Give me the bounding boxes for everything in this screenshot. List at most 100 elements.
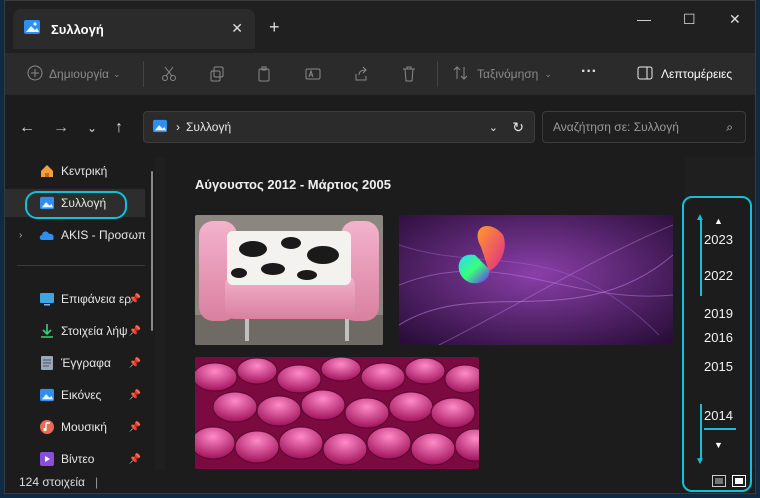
list-view-icon[interactable]	[712, 474, 726, 492]
delete-icon[interactable]	[401, 66, 417, 87]
timeline-up-arrow	[700, 218, 702, 296]
arrow-up-icon: ▲	[695, 212, 705, 223]
recent-chevron-icon[interactable]: ⌄	[87, 121, 97, 135]
timeline-year[interactable]: 2019	[704, 306, 733, 321]
sidebar-item-home[interactable]: Κεντρική	[5, 157, 145, 185]
timeline-year[interactable]: 2015	[704, 359, 733, 374]
close-tab-icon[interactable]: ✕	[231, 20, 243, 37]
sort-button[interactable]: Ταξινόμηση ⌄	[453, 65, 552, 84]
pin-icon[interactable]: 📌	[129, 454, 141, 465]
expand-chevron-icon[interactable]: ›	[19, 230, 22, 241]
sidebar-item-desktop[interactable]: Επιφάνεια ερ 📌	[5, 285, 145, 313]
search-icon[interactable]: ⌕	[726, 120, 733, 135]
sidebar-item-label: Εικόνες	[61, 388, 102, 402]
scroll-up-icon[interactable]: ▲	[714, 216, 723, 226]
sidebar-item-downloads[interactable]: Στοιχεία λήψ 📌	[5, 317, 145, 345]
paste-icon[interactable]	[257, 66, 273, 87]
sidebar-item-label: Στοιχεία λήψ	[61, 324, 128, 338]
scroll-down-icon[interactable]: ▼	[714, 440, 723, 450]
timeline-year[interactable]: 2023	[704, 232, 733, 247]
pin-icon[interactable]: 📌	[129, 294, 141, 305]
plus-circle-icon	[27, 65, 43, 84]
cut-icon[interactable]	[161, 66, 177, 87]
sidebar-item-label: Μουσική	[61, 420, 107, 434]
details-button[interactable]: Λεπτομέρειες	[637, 66, 732, 83]
tiles-view-icon[interactable]	[732, 474, 746, 492]
copy-icon[interactable]	[209, 66, 225, 87]
item-count: 124 στοιχεία	[19, 475, 85, 489]
close-window-icon[interactable]: ✕	[729, 11, 741, 28]
title-bar: Συλλογή ✕ + — ☐ ✕	[5, 1, 755, 53]
pin-icon[interactable]: 📌	[129, 422, 141, 433]
photo-thumbnail[interactable]	[399, 215, 673, 345]
breadcrumb-separator-icon: ›	[176, 120, 180, 134]
sidebar-item-onedrive[interactable]: › AKIS - Προσωπ	[5, 221, 145, 249]
rename-icon[interactable]	[305, 66, 321, 87]
sort-icon	[453, 65, 469, 84]
sidebar-item-label: Έγγραφα	[61, 356, 111, 370]
up-arrow-icon[interactable]: ↑	[115, 119, 123, 137]
sidebar-item-documents[interactable]: Έγγραφα 📌	[5, 349, 145, 377]
music-icon	[39, 419, 55, 435]
sidebar-item-label: Κεντρική	[61, 164, 108, 178]
timeline-scrubber[interactable]: ▲ ▲ 2023 2022 2019 2016 2015 2014 ▼ ▼	[682, 196, 752, 492]
chevron-down-icon: ⌄	[544, 68, 552, 79]
navigation-pane: Κεντρική Συλλογή › AKIS - Προσωπ Επιφάνε…	[5, 157, 155, 469]
desktop-icon	[39, 291, 55, 307]
divider	[437, 61, 438, 87]
photo-thumbnail[interactable]	[195, 215, 383, 345]
date-range-heading: Αύγουστος 2012 - Μάρτιος 2005	[195, 177, 391, 192]
address-row: ← → ⌄ ↑ › Συλλογή ⌄ ↻ Αναζήτηση σε: Συλλ…	[5, 95, 755, 157]
timeline-year[interactable]: 2014	[704, 408, 733, 423]
search-input[interactable]: Αναζήτηση σε: Συλλογή ⌕	[542, 111, 746, 143]
breadcrumb[interactable]: Συλλογή	[186, 120, 231, 134]
gallery-icon	[23, 19, 41, 40]
maximize-icon[interactable]: ☐	[683, 11, 696, 28]
downloads-icon	[39, 323, 55, 339]
sidebar-item-label: Επιφάνεια ερ	[61, 292, 132, 306]
videos-icon	[39, 451, 55, 467]
create-label: Δημιουργία	[49, 67, 109, 81]
sidebar-item-label: Βίντεο	[61, 452, 95, 466]
photo-thumbnail[interactable]	[195, 357, 479, 469]
tab-gallery[interactable]: Συλλογή ✕	[13, 9, 255, 49]
command-bar: Δημιουργία ⌄ Ταξινόμηση ⌄ ··· Λεπτομέρει…	[5, 53, 755, 95]
pin-icon[interactable]: 📌	[129, 326, 141, 337]
divider	[143, 61, 144, 87]
timeline-year[interactable]: 2022	[704, 268, 733, 283]
create-button[interactable]: Δημιουργία ⌄	[27, 65, 120, 84]
sort-label: Ταξινόμηση	[477, 67, 539, 81]
sidebar-item-pictures[interactable]: Εικόνες 📌	[5, 381, 145, 409]
timeline-position-marker	[704, 428, 736, 430]
gallery-icon	[152, 119, 168, 136]
chevron-down-icon: ⌄	[112, 68, 121, 79]
new-tab-icon[interactable]: +	[269, 17, 280, 38]
highlight-annotation	[25, 191, 127, 219]
home-icon	[39, 163, 55, 179]
tab-title: Συλλογή	[51, 21, 104, 37]
forward-arrow-icon[interactable]: →	[53, 119, 69, 137]
back-arrow-icon[interactable]: ←	[19, 119, 35, 137]
sidebar-item-music[interactable]: Μουσική 📌	[5, 413, 145, 441]
onedrive-icon	[39, 227, 55, 243]
pin-icon[interactable]: 📌	[129, 390, 141, 401]
share-icon[interactable]	[353, 66, 369, 87]
gallery-view: Αύγουστος 2012 - Μάρτιος 2005	[165, 157, 685, 469]
documents-icon	[39, 355, 55, 371]
status-bar: 124 στοιχεία |	[5, 469, 755, 493]
details-pane-icon	[637, 66, 653, 83]
refresh-icon[interactable]: ↻	[512, 119, 524, 136]
chevron-down-icon[interactable]: ⌄	[489, 121, 498, 134]
divider	[17, 265, 145, 266]
more-options-icon[interactable]: ···	[581, 63, 597, 81]
pin-icon[interactable]: 📌	[129, 358, 141, 369]
status-divider: |	[94, 475, 99, 489]
timeline-year[interactable]: 2016	[704, 330, 733, 345]
sidebar-scrollbar[interactable]	[151, 171, 153, 331]
pictures-icon	[39, 387, 55, 403]
minimize-icon[interactable]: —	[637, 11, 651, 27]
sidebar-item-label: AKIS - Προσωπ	[61, 228, 145, 242]
arrow-down-icon: ▼	[695, 456, 705, 467]
address-bar[interactable]: › Συλλογή ⌄ ↻	[143, 111, 535, 143]
timeline-down-arrow	[700, 404, 702, 460]
